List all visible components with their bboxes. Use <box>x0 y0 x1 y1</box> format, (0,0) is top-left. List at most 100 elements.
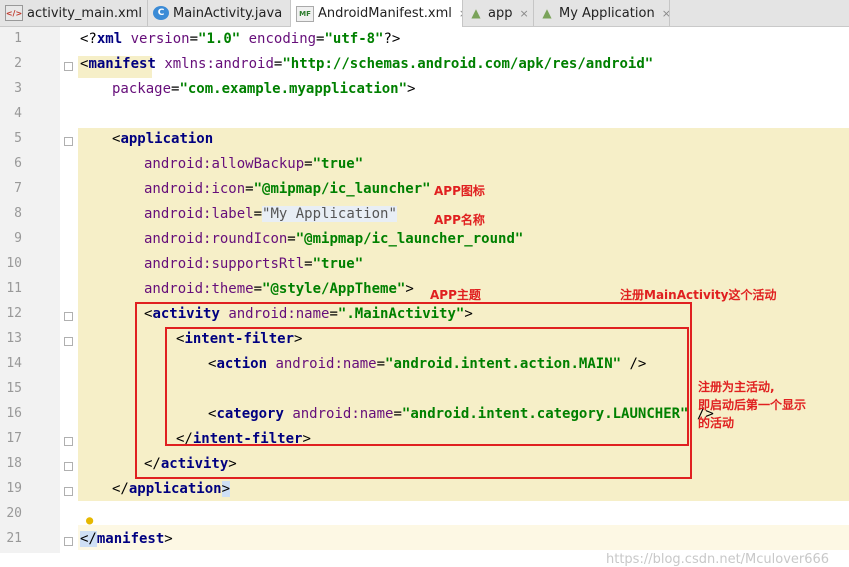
code-token: = <box>189 31 199 47</box>
tab-android-manifest-xml[interactable]: MF AndroidManifest.xml × <box>291 0 463 27</box>
code-token: icon <box>211 181 246 197</box>
android-module-icon: ▲ <box>542 6 552 20</box>
tab-main-activity-java[interactable]: C MainActivity.java × <box>148 0 291 26</box>
editor-tab-bar: </> activity_main.xml × C MainActivity.j… <box>0 0 849 27</box>
code-token: android <box>214 56 274 72</box>
code-token: <? <box>80 31 97 47</box>
manifest-icon: MF <box>296 5 314 22</box>
line-number: 13 <box>6 331 22 346</box>
code-editor[interactable]: 1 2 3 4 5 6 7 8 9 10 11 12 13 14 15 16 1… <box>0 27 849 567</box>
tab-label: MainActivity.java <box>173 5 283 21</box>
code-line-11: android:theme="@style/AppTheme"> <box>80 277 414 302</box>
code-line-7: android:icon="@mipmap/ic_launcher" <box>80 177 431 202</box>
line-number: 16 <box>6 406 22 421</box>
code-token: = <box>287 231 296 247</box>
code-token: allowBackup <box>211 156 305 172</box>
code-token: "@style/AppTheme" <box>262 281 406 297</box>
code-token: android: <box>144 281 212 297</box>
code-token: "@mipmap/ic_launcher_round" <box>295 231 524 247</box>
code-token: roundIcon <box>211 231 288 247</box>
line-number: 6 <box>14 156 22 171</box>
code-token: "http://schemas.android.com/apk/res/andr… <box>282 56 654 72</box>
code-line-3: package="com.example.myapplication"> <box>80 77 415 102</box>
annotation-app-icon: APP图标 <box>434 184 485 198</box>
fold-marker-icon[interactable] <box>64 462 73 471</box>
code-token: android: <box>144 181 212 197</box>
line-number: 11 <box>6 281 22 296</box>
line-number: 7 <box>14 181 22 196</box>
android-module-icon: ▲ <box>471 6 481 20</box>
line-number: 19 <box>6 481 22 496</box>
java-class-icon: C <box>153 6 169 20</box>
annotation-app-theme: APP主题 <box>430 288 481 302</box>
fold-marker-icon[interactable] <box>64 137 73 146</box>
code-token: ?> <box>383 31 401 47</box>
code-token: "true" <box>312 256 364 272</box>
fold-marker-icon[interactable] <box>64 62 73 71</box>
fold-marker-icon[interactable] <box>64 437 73 446</box>
code-token: > <box>405 281 414 297</box>
code-token: = <box>253 281 263 297</box>
caret-line-highlight <box>78 525 849 550</box>
intent-filter-annotation-box <box>165 327 689 446</box>
code-token: > <box>221 481 231 497</box>
line-number: 2 <box>14 56 22 71</box>
line-number: 21 <box>6 531 22 546</box>
code-token: "My Application" <box>262 206 397 222</box>
code-token: = <box>304 156 313 172</box>
fold-gutter <box>60 27 78 553</box>
code-token: theme <box>211 281 254 297</box>
code-token: "@mipmap/ic_launcher" <box>253 181 431 197</box>
close-icon[interactable]: × <box>519 7 528 20</box>
code-line-8: android:label="My Application" <box>80 202 397 227</box>
line-number: 4 <box>14 106 22 121</box>
fold-marker-icon[interactable] <box>64 537 73 546</box>
code-token: encoding <box>240 31 317 47</box>
code-token: android: <box>144 256 212 272</box>
code-line-6: android:allowBackup="true" <box>80 152 363 177</box>
code-token: = <box>304 256 313 272</box>
watermark: https://blog.csdn.net/Mculover666 <box>606 552 830 567</box>
line-number-gutter: 1 2 3 4 5 6 7 8 9 10 11 12 13 14 15 16 1… <box>0 27 60 553</box>
code-line-9: android:roundIcon="@mipmap/ic_launcher_r… <box>80 227 523 252</box>
line-number: 5 <box>14 131 22 146</box>
code-token: xml <box>96 31 123 47</box>
code-token: </ <box>80 531 97 547</box>
code-token: package <box>112 81 172 97</box>
code-line-19: </application> <box>80 477 231 502</box>
tab-label: AndroidManifest.xml <box>318 6 452 21</box>
code-token: = <box>253 206 263 222</box>
tab-activity-main-xml[interactable]: </> activity_main.xml × <box>0 0 148 26</box>
tab-label: app <box>488 5 513 21</box>
annotation-main-activity-3: 的活动 <box>698 416 735 430</box>
fold-marker-icon[interactable] <box>64 487 73 496</box>
lightbulb-icon[interactable]: ● <box>86 513 93 527</box>
line-number: 18 <box>6 456 22 471</box>
tab-my-application[interactable]: ▲ My Application × <box>534 0 670 26</box>
line-number: 8 <box>14 206 22 221</box>
code-token: > <box>407 81 416 97</box>
tab-app[interactable]: ▲ app × <box>463 0 534 26</box>
code-token: supportsRtl <box>211 256 305 272</box>
line-number: 14 <box>6 356 22 371</box>
line-number: 15 <box>6 381 22 396</box>
code-token: android: <box>144 156 212 172</box>
close-icon[interactable]: × <box>662 7 669 20</box>
xml-layout-icon: </> <box>5 5 23 21</box>
code-token: android: <box>144 231 212 247</box>
line-number: 20 <box>6 506 22 521</box>
fold-marker-icon[interactable] <box>64 312 73 321</box>
code-token: label <box>211 206 254 222</box>
line-number: 12 <box>6 306 22 321</box>
code-token: "true" <box>312 156 364 172</box>
line-number: 9 <box>14 231 22 246</box>
line-number: 10 <box>6 256 22 271</box>
code-line-5: <application <box>80 127 213 152</box>
annotation-app-name: APP名称 <box>434 213 485 227</box>
code-token: application <box>120 131 214 147</box>
line-number: 3 <box>14 81 22 96</box>
fold-marker-icon[interactable] <box>64 337 73 346</box>
code-line-21: </manifest> <box>80 527 173 552</box>
code-token: manifest <box>88 56 156 72</box>
code-token: > <box>164 531 173 547</box>
